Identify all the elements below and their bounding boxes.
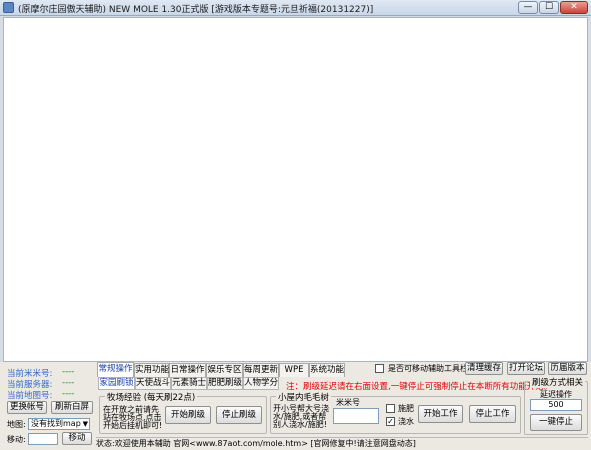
map-id-label: 当前地图号: bbox=[7, 391, 53, 401]
app-icon bbox=[3, 2, 14, 13]
farm-group-title: 牧场经验 (每天刷22点) bbox=[105, 391, 198, 403]
tree-mimi-input[interactable] bbox=[333, 408, 379, 424]
switch-account-button[interactable]: 更换帐号 bbox=[7, 401, 47, 414]
tree-desc-3: 别人浇水/施肥! bbox=[273, 420, 327, 429]
close-button[interactable]: ✕ bbox=[560, 1, 588, 14]
game-viewport[interactable] bbox=[3, 17, 588, 362]
window-title: (原摩尔庄园傲天辅助) NEW MOLE 1.30正式版 [游戏版本专题号:元旦… bbox=[18, 5, 374, 15]
move-button[interactable]: 移动 bbox=[62, 432, 92, 445]
tab-wpe[interactable]: WPE bbox=[279, 363, 309, 377]
minimize-button[interactable]: — bbox=[518, 1, 538, 14]
map-select[interactable]: 没有找到map ▼ bbox=[28, 418, 90, 430]
map-select-label: 地图: bbox=[7, 420, 26, 429]
tree-group-title: 小屋内毛毛树 bbox=[276, 391, 332, 403]
water-checkbox[interactable]: ✓ bbox=[386, 417, 395, 426]
move-label: 移动: bbox=[7, 435, 26, 444]
farm-stop-button[interactable]: 停止刷级 bbox=[216, 406, 262, 424]
tab-entertainment[interactable]: 娱乐专区 bbox=[206, 363, 243, 377]
fertilize-label: 施肥 bbox=[398, 404, 414, 413]
movable-toolbar-label: 是否可移动辅助工具栏 bbox=[388, 364, 468, 373]
subtab-home[interactable]: 家园刷锁 bbox=[98, 377, 135, 390]
history-version-button[interactable]: 历届版本 bbox=[548, 362, 587, 375]
move-input[interactable] bbox=[28, 433, 58, 445]
status-bar: 状态:欢迎使用本辅助 官网<www.87aot.com/mole.htm> [官… bbox=[96, 437, 588, 449]
farm-desc-3: 开始后挂机即可! bbox=[103, 421, 163, 430]
mimi-value: ---- bbox=[62, 367, 75, 377]
farm-start-button[interactable]: 开始刷级 bbox=[165, 406, 211, 424]
subtab-credits[interactable]: 人物学分 bbox=[243, 377, 279, 390]
tree-stop-button[interactable]: 停止工作 bbox=[469, 405, 516, 423]
chevron-down-icon: ▼ bbox=[82, 420, 88, 428]
tab-daily[interactable]: 日常操作 bbox=[169, 363, 206, 377]
title-bar: (原摩尔庄园傲天辅助) NEW MOLE 1.30正式版 [游戏版本专题号:元旦… bbox=[0, 0, 591, 16]
fertilize-checkbox[interactable] bbox=[386, 404, 395, 413]
subtab-angel-battle[interactable]: 天使战斗 bbox=[135, 377, 171, 390]
tab-system[interactable]: 系统功能 bbox=[309, 363, 345, 377]
open-forum-button[interactable]: 打开论坛 bbox=[507, 362, 545, 375]
subtab-fatfat-level[interactable]: 肥肥刷级 bbox=[207, 377, 243, 390]
map-id-value: ---- bbox=[62, 389, 75, 399]
tree-start-button[interactable]: 开始工作 bbox=[418, 405, 463, 423]
tab-utility[interactable]: 实用功能 bbox=[134, 363, 169, 377]
clear-cache-button[interactable]: 清理缓存 bbox=[465, 362, 503, 375]
delay-input[interactable]: 500 bbox=[530, 399, 582, 411]
water-label: 浇水 bbox=[398, 417, 414, 426]
refresh-screen-button[interactable]: 刷新白屏 bbox=[51, 401, 93, 414]
delay-label: 延迟操作 bbox=[540, 390, 572, 399]
stop-all-button[interactable]: 一键停止 bbox=[530, 414, 582, 431]
settings-group-title: 刷级方式相关 bbox=[530, 376, 586, 388]
tree-mimi-label: 米米号 bbox=[336, 398, 360, 407]
server-value: ---- bbox=[62, 378, 75, 388]
movable-toolbar-checkbox[interactable] bbox=[375, 364, 384, 373]
maximize-button[interactable]: ☐ bbox=[539, 1, 559, 14]
subtab-element-knight[interactable]: 元素骑士 bbox=[171, 377, 207, 390]
tab-weekly[interactable]: 每周更新 bbox=[243, 363, 279, 377]
map-select-value: 没有找到map bbox=[31, 419, 81, 428]
tab-regular[interactable]: 常规操作 bbox=[97, 362, 134, 377]
